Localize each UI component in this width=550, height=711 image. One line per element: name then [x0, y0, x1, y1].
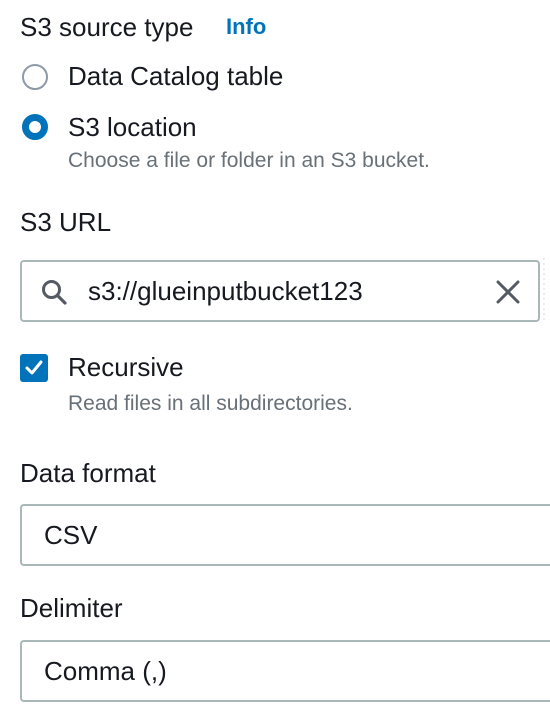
recursive-label[interactable]: Recursive: [68, 351, 184, 383]
scrollbar-hint: [543, 258, 545, 320]
radio-data-catalog-table[interactable]: [22, 64, 48, 90]
recursive-checkbox[interactable]: [20, 354, 48, 382]
info-link[interactable]: Info: [226, 13, 266, 41]
delimiter-select[interactable]: Comma (,): [20, 640, 550, 702]
clear-icon[interactable]: [494, 278, 522, 306]
data-format-select[interactable]: CSV: [20, 504, 550, 566]
recursive-description: Read files in all subdirectories.: [68, 392, 353, 415]
s3-location-description: Choose a file or folder in an S3 bucket.: [68, 149, 430, 172]
s3-url-input[interactable]: s3://glueinputbucket123: [20, 260, 540, 322]
s3-url-label: S3 URL: [20, 207, 112, 237]
checkmark-icon: [25, 360, 43, 375]
search-icon: [42, 280, 67, 305]
radio-s3-location[interactable]: [22, 114, 48, 140]
radio-label-s3-location[interactable]: S3 location: [68, 111, 197, 143]
data-format-label: Data format: [20, 458, 156, 488]
delimiter-label: Delimiter: [20, 593, 123, 623]
data-format-value: CSV: [44, 520, 98, 550]
radio-label-data-catalog-table[interactable]: Data Catalog table: [68, 60, 283, 92]
s3-source-type-heading: S3 source type: [20, 12, 194, 42]
s3-url-value: s3://glueinputbucket123: [88, 276, 363, 306]
delimiter-value: Comma (,): [44, 656, 167, 686]
